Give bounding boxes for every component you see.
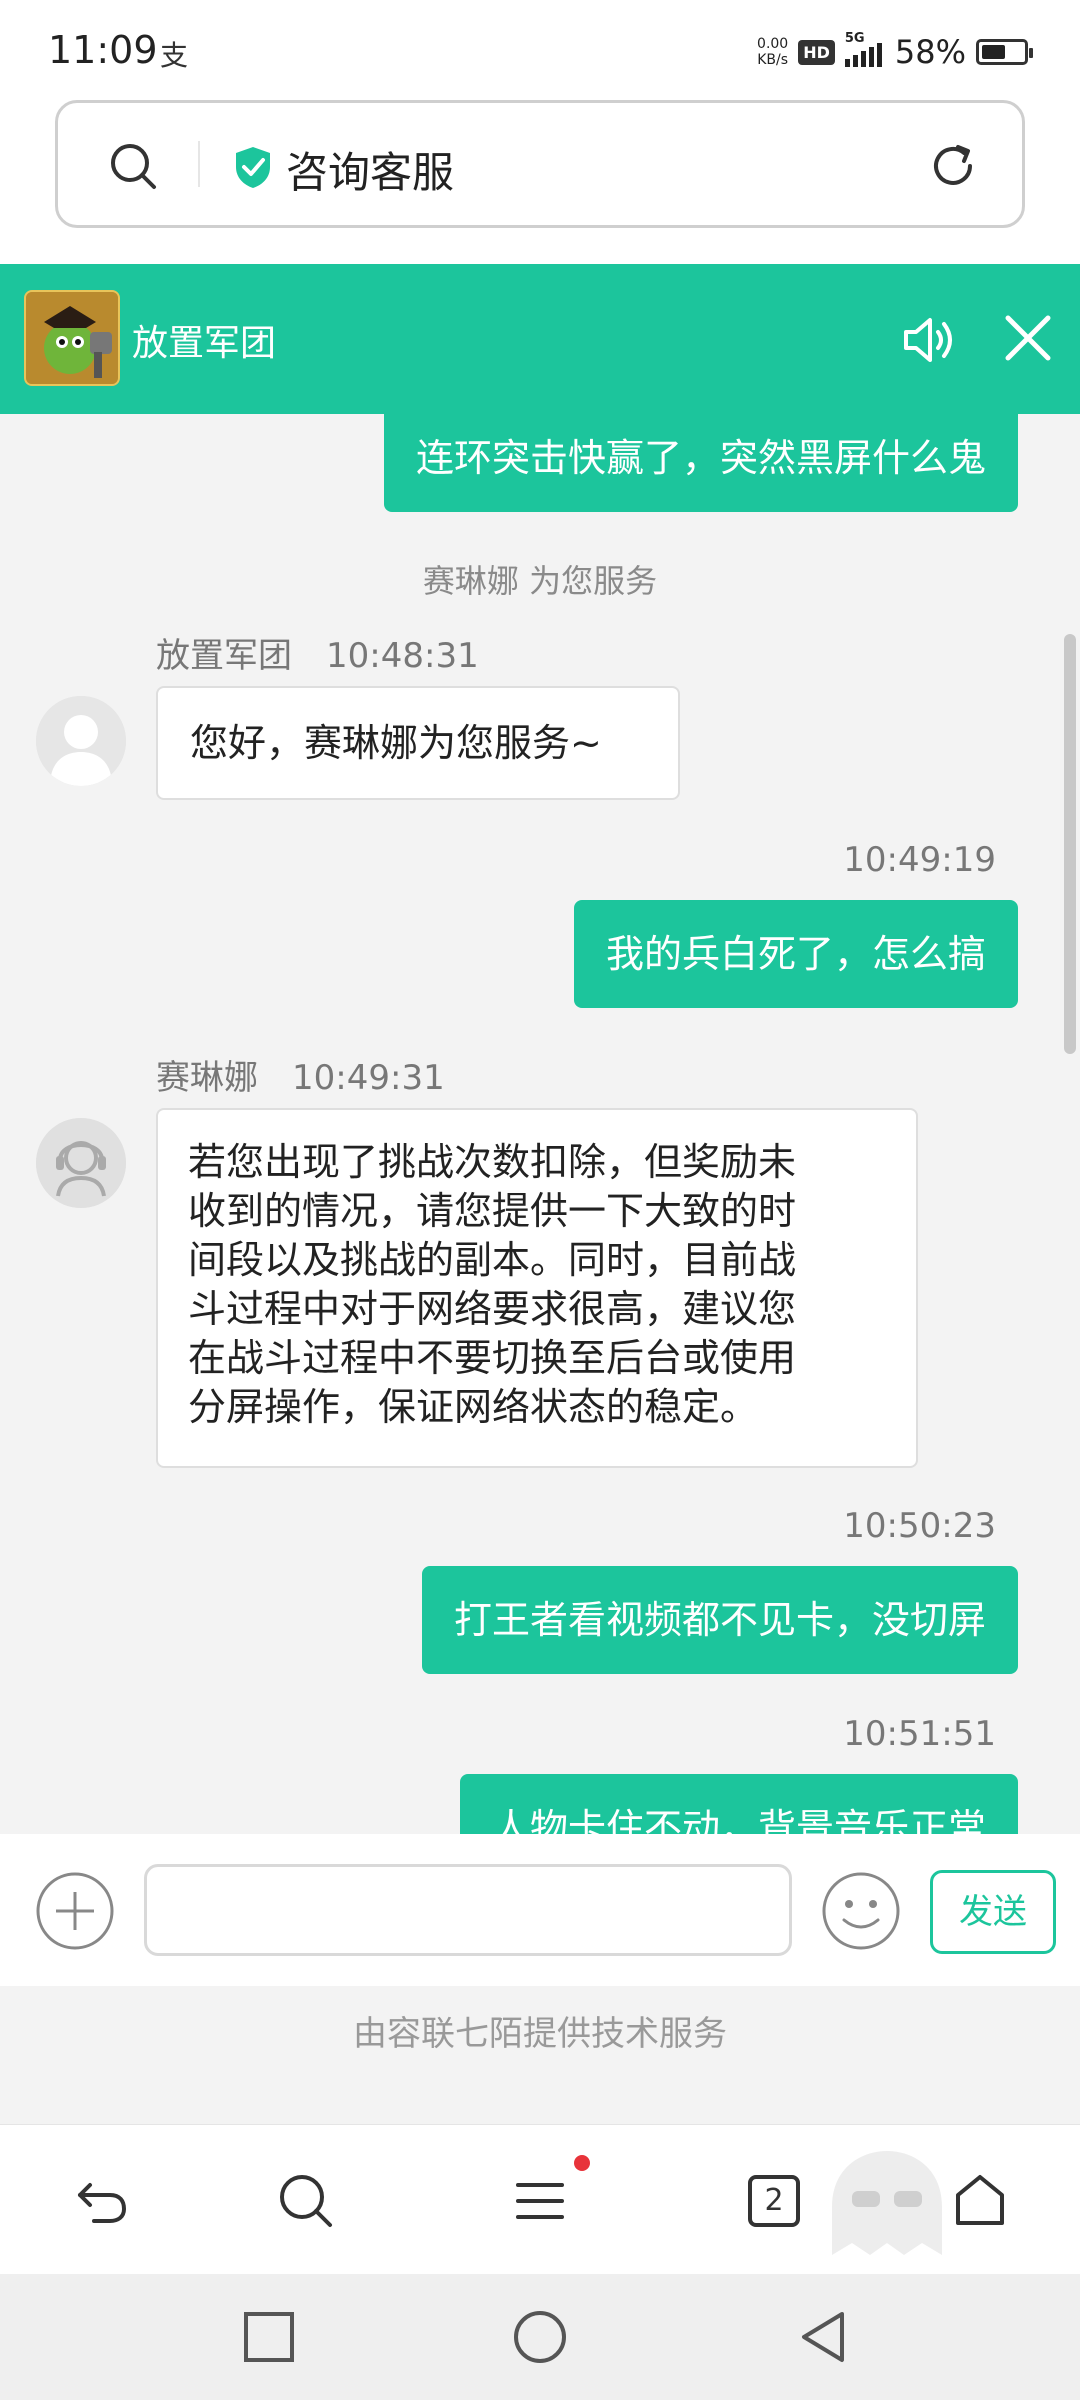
close-icon[interactable] (1000, 310, 1056, 366)
home-circle-icon[interactable] (511, 2308, 569, 2366)
message-input[interactable] (144, 1864, 792, 1956)
tabs-icon[interactable]: 2 (748, 2175, 800, 2227)
system-navigation-bar (0, 2274, 1080, 2400)
outgoing-message: 我的兵白死了，怎么搞 (573, 900, 1018, 1008)
search-icon[interactable] (276, 2171, 336, 2231)
headset-icon (36, 1118, 126, 1208)
incoming-message: 您好，赛琳娜为您服务~ (156, 686, 680, 800)
sender-name: 赛琳娜 (156, 1058, 258, 1098)
status-bar: 11:09 支 0.00 KB/s HD 5G 58% (0, 0, 1080, 100)
app-logo (24, 290, 120, 386)
status-time: 11:09 (48, 28, 158, 72)
notification-dot (574, 2155, 590, 2171)
net-speed-value: 0.00 (757, 36, 789, 52)
message-time: 10:51:51 (843, 1714, 996, 1754)
back-triangle-icon[interactable] (794, 2308, 852, 2366)
message-line: 斗过程中对于网络要求很高，建议您 (188, 1287, 797, 1331)
net-speed-unit: KB/s (757, 52, 789, 68)
battery-percent: 58% (894, 33, 966, 71)
address-bar[interactable]: 咨询客服 (55, 100, 1025, 228)
browser-toolbar: 2 (0, 2124, 1080, 2274)
outgoing-message: 人物卡住不动，背景音乐正常 (459, 1774, 1018, 1834)
battery-icon (976, 39, 1033, 65)
message-line: 若您出现了挑战次数扣除，但奖励未 (188, 1140, 797, 1184)
agent-avatar (36, 1118, 126, 1208)
person-icon (36, 696, 126, 786)
message-meta: 放置军团 10:48:31 (156, 628, 479, 677)
message-input-bar: 发送 (0, 1834, 1080, 1986)
alipay-icon: 支 (160, 39, 189, 72)
user-avatar (36, 696, 126, 786)
net-speed: 0.00 KB/s (757, 36, 788, 68)
message-line: 在战斗过程中不要切换至后台或使用 (188, 1336, 797, 1380)
plus-icon[interactable] (34, 1870, 116, 1952)
message-time: 10:49:19 (843, 840, 996, 880)
app-logo-image (26, 292, 118, 384)
send-button[interactable]: 发送 (930, 1870, 1056, 1954)
chat-scrollbar[interactable] (1064, 634, 1076, 1054)
incoming-message-long: 若您出现了挑战次数扣除，但奖励未 收到的情况，请您提供一下大致的时 间段以及挑战… (156, 1108, 918, 1468)
message-time: 10:48:31 (326, 636, 479, 676)
page-title: 咨询客服 (286, 148, 455, 197)
reload-icon[interactable] (926, 139, 980, 193)
shield-check-icon (236, 147, 270, 188)
app-name: 放置军团 (132, 323, 277, 364)
menu-icon[interactable] (510, 2171, 570, 2231)
hd-icon: HD (798, 39, 835, 65)
battery-level (982, 45, 1005, 59)
ghost-mascot-icon (832, 2151, 942, 2255)
outgoing-message: 打王者看视频都不见卡，没切屏 (421, 1566, 1018, 1674)
chat-message-list[interactable]: 连环突击快赢了，突然黑屏什么鬼 赛琳娜 为您服务 放置军团 10:48:31 您好… (0, 414, 1080, 1834)
signal-5g-label: 5G (844, 31, 865, 46)
message-line: 收到的情况，请您提供一下大致的时 (188, 1189, 797, 1233)
message-time: 10:49:31 (292, 1058, 445, 1098)
speaker-icon[interactable] (900, 312, 960, 368)
message-line: 分屏操作，保证网络状态的稳定。 (188, 1385, 759, 1429)
emoji-icon[interactable] (820, 1870, 902, 1952)
home-icon[interactable] (950, 2171, 1010, 2231)
search-icon[interactable] (108, 141, 158, 191)
sender-name: 放置军团 (156, 636, 292, 676)
recent-apps-icon[interactable] (240, 2308, 298, 2366)
url-area: 咨询客服 (0, 100, 1080, 264)
message-meta: 赛琳娜 10:49:31 (156, 1050, 445, 1099)
system-note: 赛琳娜 为您服务 (422, 562, 658, 600)
powered-by: 由容联七陌提供技术服务 (0, 1986, 1080, 2124)
url-divider (198, 141, 200, 187)
chat-header: 放置军团 (0, 264, 1080, 414)
message-time: 10:50:23 (843, 1506, 996, 1546)
outgoing-message: 连环突击快赢了，突然黑屏什么鬼 (383, 414, 1018, 512)
signal-icon: 5G (844, 31, 885, 67)
status-indicators: 0.00 KB/s HD 5G 58% (757, 30, 1033, 74)
back-icon[interactable] (72, 2171, 132, 2231)
message-line: 间段以及挑战的副本。同时，目前战 (188, 1238, 797, 1282)
